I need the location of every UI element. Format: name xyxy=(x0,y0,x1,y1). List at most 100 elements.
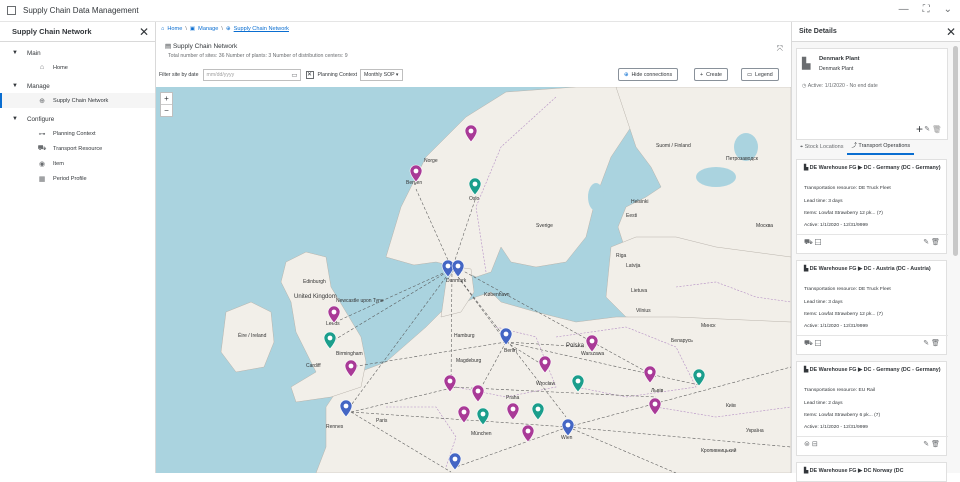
nav-group-manage[interactable]: ▼ Manage xyxy=(0,79,155,93)
breadcrumb-manage[interactable]: Manage xyxy=(198,26,218,32)
operation-card[interactable]: ▙ DE Warehouse FG ▶ DC - Austria (DC - A… xyxy=(796,260,948,355)
nav-item-period-profile[interactable]: ▦ Period Profile xyxy=(0,171,155,186)
operation-type-icons: ⊜ ⊟ xyxy=(804,440,818,448)
breadcrumb-current[interactable]: Supply Chain Network xyxy=(234,26,289,32)
site-pin-dot xyxy=(565,422,571,428)
map-label-vilnius: Vilnius xyxy=(636,308,651,314)
map-label-minsk: Минск xyxy=(701,323,716,329)
resource-icon: ⊟ xyxy=(811,441,818,448)
nav-group-main[interactable]: ▼ Main xyxy=(0,46,155,60)
legend-button[interactable]: ▭ Legend xyxy=(741,68,779,81)
globe-icon: ⊕ xyxy=(225,26,231,32)
page-title: ▤ Supply Chain Network xyxy=(165,43,238,50)
truck-icon: ⛟ xyxy=(37,145,47,152)
caret-down-icon: ▼ xyxy=(12,116,18,122)
site-pin-dot xyxy=(542,359,548,365)
operation-active: Active: 1/1/2020 - 12/31/9999 xyxy=(804,425,868,430)
operation-card[interactable]: ▙ DE Warehouse FG ▶ DC - Germany (DC - G… xyxy=(796,159,948,254)
operation-items: Items: Lowfat Strawberry 12 pk... (7) xyxy=(804,312,883,317)
factory-icon: ▙ xyxy=(802,58,811,70)
globe-icon: ⊕ xyxy=(39,97,45,105)
map-label-copenhagen: København xyxy=(484,292,510,298)
page-subtitle: Total number of sites: 36 Number of plan… xyxy=(168,53,348,59)
site-pin-dot xyxy=(575,378,581,384)
clock-icon: ◷ xyxy=(802,83,807,89)
operation-lead-time: Lead time: 2 days xyxy=(804,401,843,406)
minimize-icon[interactable]: — xyxy=(899,4,909,15)
tab-stock-locations[interactable]: ⌖ Stock Locations xyxy=(796,144,847,155)
delete-icon[interactable]: 🗑 xyxy=(933,126,942,134)
edit-icon[interactable]: ✎ xyxy=(923,441,929,448)
site-pin-dot xyxy=(475,388,481,394)
resource-icon: ⊟ xyxy=(814,239,822,246)
site-details-panel: Site Details ✕ ▙ Denmark Plant Denmark P… xyxy=(791,22,960,482)
map-label-kyiv: Київ xyxy=(726,403,736,409)
create-button[interactable]: + Create xyxy=(694,68,728,81)
map-canvas[interactable]: Bergen Oslo Edinburgh United Kingdom New… xyxy=(156,87,791,473)
map-label-warszawa: Warszawa xyxy=(581,351,604,357)
site-pin-dot xyxy=(696,372,702,378)
planning-context-select[interactable]: Monthly SOP ▾ xyxy=(360,69,403,81)
zoom-out-button[interactable]: − xyxy=(161,104,172,116)
map-label-finland: Suomi / Finland xyxy=(656,143,691,149)
filter-date-label: Filter site by date xyxy=(159,72,199,78)
edit-icon[interactable]: ✎ xyxy=(923,340,929,347)
nav-item-item[interactable]: ◉ Item xyxy=(0,156,155,171)
warehouse-icon: ▙ xyxy=(804,266,809,272)
plus-icon: + xyxy=(700,71,704,78)
delete-icon[interactable]: 🗑 xyxy=(931,441,940,448)
delete-icon[interactable]: 🗑 xyxy=(931,239,940,246)
close-icon[interactable]: ✕ xyxy=(139,25,149,39)
nav-item-home[interactable]: ⌂ Home xyxy=(0,60,155,75)
map-label-lviv: Львів xyxy=(651,388,664,394)
zoom-in-button[interactable]: + xyxy=(161,93,172,104)
nav-group-configure[interactable]: ▼ Configure xyxy=(0,112,155,126)
site-pin-dot xyxy=(472,181,478,187)
left-navigation: Supply Chain Network ✕ ▼ Main ⌂ Home ▼ Mana… xyxy=(0,22,156,473)
hide-connections-button[interactable]: ⊕ Hide connections xyxy=(618,68,679,81)
map-label-polska: Polska xyxy=(566,343,585,349)
map-label-newcastle: Newcastle upon Tyne xyxy=(336,298,384,304)
map-label-bergen: Bergen xyxy=(406,180,422,186)
operation-card[interactable]: ▙ DE Warehouse FG ▶ DC Norway (DC xyxy=(796,462,947,482)
site-pin-dot xyxy=(503,331,509,337)
tab-transport-operations[interactable]: ⤴ Transport Operations xyxy=(847,141,915,155)
main-content: ⌂ Home \ ▣ Manage \ ⊕ Supply Chain Netwo… xyxy=(156,22,791,473)
nav-item-supply-chain-network[interactable]: ⊕ Supply Chain Network xyxy=(0,93,155,108)
operation-lead-time: Lead time: 3 days xyxy=(804,300,843,305)
edit-icon[interactable]: ✎ xyxy=(924,126,930,133)
date-input[interactable]: mm/dd/yyyy ▭ xyxy=(202,69,301,81)
site-pin-dot xyxy=(452,456,458,462)
add-operation-icon[interactable]: + xyxy=(916,122,923,136)
nav-item-transport-resource[interactable]: ⛟ Transport Resource xyxy=(0,141,155,156)
map-label-kropyvnytskyi: Кропивницький xyxy=(701,447,737,454)
map-label-berlin: Berlin xyxy=(504,348,517,354)
collapse-icon[interactable]: ⤧ xyxy=(777,44,783,54)
map-label-sverige: Sverige xyxy=(536,223,553,229)
clear-filter-icon[interactable]: ✕ xyxy=(305,71,314,79)
edit-icon[interactable]: ✎ xyxy=(923,239,929,246)
site-pin-dot xyxy=(327,335,333,341)
calendar-icon[interactable]: ▭ xyxy=(291,70,297,81)
nav-title: Supply Chain Network xyxy=(12,27,92,36)
operation-actions: ✎ 🗑 xyxy=(923,440,940,448)
breadcrumb-home[interactable]: Home xyxy=(167,26,182,32)
app-titlebar: Supply Chain Data Management — ⛶ ⌄ xyxy=(0,0,960,22)
chevron-down-icon[interactable]: ⌄ xyxy=(944,4,952,15)
site-pin-dot xyxy=(535,406,541,412)
operation-title: ▙ DE Warehouse FG ▶ DC Norway (DC xyxy=(804,468,904,474)
site-pin-dot xyxy=(413,168,419,174)
map-label-edinburgh: Edinburgh xyxy=(303,279,326,285)
delete-icon[interactable]: 🗑 xyxy=(931,340,940,347)
scrollbar[interactable] xyxy=(953,46,958,256)
close-icon[interactable]: ✕ xyxy=(946,25,956,39)
map-label-magdeburg: Magdeburg xyxy=(456,358,482,364)
operation-card[interactable]: ▙ DE Warehouse FG ▶ DC - Germany (DC - G… xyxy=(796,361,948,456)
fullscreen-icon[interactable]: ⛶ xyxy=(923,4,930,15)
map-label-moscow: Москва xyxy=(756,223,773,229)
site-card: ▙ Denmark Plant Denmark Plant ◷ Active: … xyxy=(796,48,948,140)
map-label-munchen: München xyxy=(471,431,492,437)
operation-active: Active: 1/1/2020 - 12/31/9999 xyxy=(804,223,868,228)
nav-item-planning-context[interactable]: ⊶ Planning Context xyxy=(0,126,155,141)
network-map[interactable]: Bergen Oslo Edinburgh United Kingdom New… xyxy=(156,87,791,473)
